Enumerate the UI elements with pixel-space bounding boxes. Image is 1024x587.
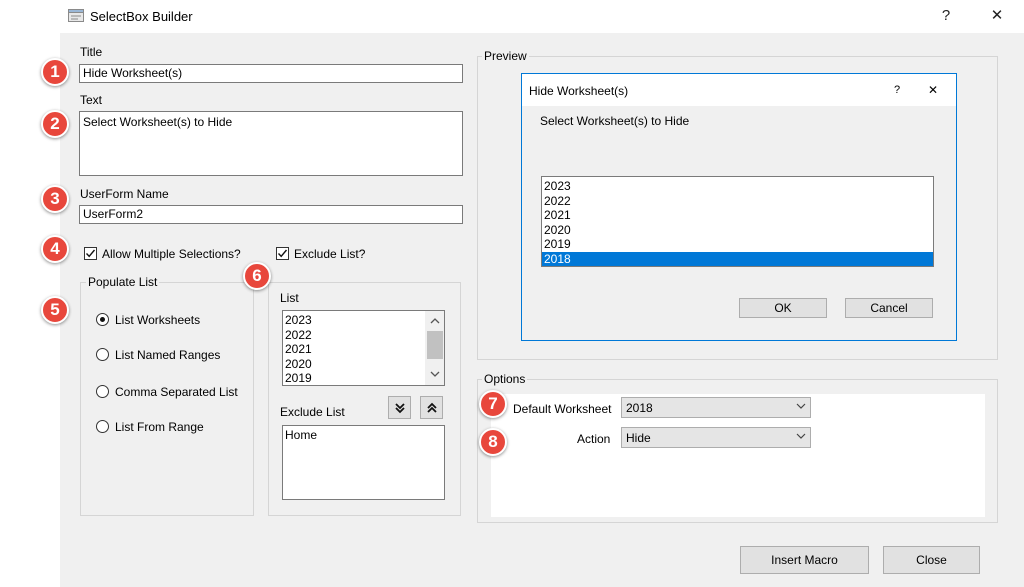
- callout-badge-2: 2: [41, 110, 69, 138]
- scrollbar-thumb[interactable]: [427, 331, 443, 359]
- insert-macro-button[interactable]: Insert Macro: [740, 546, 869, 574]
- action-label: Action: [577, 432, 611, 446]
- title-bar: [60, 0, 1024, 33]
- list-item[interactable]: 2019: [283, 371, 424, 385]
- checkmark-icon: [85, 249, 96, 258]
- preview-listbox[interactable]: 2023 2022 2021 2020 2019 2018: [541, 176, 934, 267]
- list-label: List: [280, 291, 299, 305]
- help-button[interactable]: ?: [933, 4, 959, 28]
- list-item[interactable]: 2022: [283, 328, 424, 343]
- default-worksheet-select[interactable]: 2018: [621, 397, 811, 418]
- action-value: Hide: [626, 431, 651, 445]
- close-window-button[interactable]: ✕: [984, 4, 1010, 28]
- move-up-button[interactable]: [420, 396, 443, 419]
- radio-list-worksheets[interactable]: [96, 313, 109, 326]
- preview-dialog-title: Hide Worksheet(s): [529, 84, 629, 98]
- checkmark-icon: [277, 249, 288, 258]
- list-item[interactable]: 2020: [283, 357, 424, 372]
- radio-comma-separated[interactable]: [96, 385, 109, 398]
- exclude-list-item[interactable]: Home: [283, 428, 443, 443]
- allow-multiple-label: Allow Multiple Selections?: [102, 247, 241, 261]
- preview-ok-button[interactable]: OK: [739, 298, 827, 318]
- double-chevron-up-icon: [427, 402, 437, 413]
- scroll-down-icon[interactable]: [430, 371, 440, 378]
- preview-list-item[interactable]: 2019: [542, 237, 933, 252]
- exclude-list-checkbox[interactable]: [276, 247, 289, 260]
- close-button[interactable]: Close: [883, 546, 980, 574]
- window-title: SelectBox Builder: [90, 9, 193, 24]
- app-icon: [68, 9, 84, 22]
- title-input[interactable]: Hide Worksheet(s): [79, 64, 463, 83]
- preview-close-button[interactable]: ✕: [928, 83, 938, 97]
- preview-list-item-selected[interactable]: 2018: [542, 251, 933, 266]
- callout-badge-7: 7: [479, 390, 507, 418]
- userform-name-label: UserForm Name: [80, 187, 169, 201]
- callout-badge-1: 1: [41, 58, 69, 86]
- preview-title: Preview: [482, 49, 529, 63]
- preview-help-button[interactable]: ?: [894, 84, 900, 96]
- populate-list-title: Populate List: [86, 275, 160, 289]
- text-input[interactable]: Select Worksheet(s) to Hide: [79, 111, 463, 176]
- radio-label-list-from-range: List From Range: [115, 420, 204, 434]
- callout-badge-5: 5: [41, 296, 69, 324]
- preview-prompt: Select Worksheet(s) to Hide: [540, 114, 690, 128]
- double-chevron-down-icon: [395, 403, 405, 414]
- default-worksheet-value: 2018: [626, 401, 653, 415]
- chevron-down-icon: [796, 403, 806, 409]
- radio-list-named-ranges[interactable]: [96, 348, 109, 361]
- preview-dialog: Hide Worksheet(s) ? ✕ Select Worksheet(s…: [521, 73, 957, 341]
- source-listbox[interactable]: 2023 2022 2021 2020 2019: [282, 310, 445, 386]
- exclude-list-label: Exclude List?: [294, 247, 366, 261]
- exclude-list-header: Exclude List: [280, 405, 345, 419]
- callout-badge-6: 6: [243, 262, 271, 290]
- move-down-button[interactable]: [388, 396, 411, 419]
- radio-label-named-ranges: List Named Ranges: [115, 348, 221, 362]
- list-item[interactable]: 2023: [283, 313, 424, 328]
- exclude-listbox[interactable]: Home: [282, 425, 445, 500]
- radio-label-comma-separated: Comma Separated List: [115, 385, 238, 399]
- preview-cancel-button[interactable]: Cancel: [845, 298, 933, 318]
- radio-list-from-range[interactable]: [96, 420, 109, 433]
- scroll-up-icon[interactable]: [430, 317, 440, 324]
- chevron-down-icon: [796, 433, 806, 439]
- text-label: Text: [80, 93, 103, 107]
- action-select[interactable]: Hide: [621, 427, 811, 448]
- allow-multiple-checkbox[interactable]: [84, 247, 97, 260]
- list-item[interactable]: 2021: [283, 342, 424, 357]
- callout-badge-3: 3: [41, 185, 69, 213]
- userform-name-input[interactable]: UserForm2: [79, 205, 463, 224]
- scrollbar[interactable]: [425, 311, 444, 385]
- preview-list-item[interactable]: 2020: [542, 223, 933, 238]
- preview-list-item[interactable]: 2023: [542, 179, 933, 194]
- default-worksheet-label: Default Worksheet: [513, 402, 612, 416]
- preview-list-item[interactable]: 2021: [542, 208, 933, 223]
- radio-label-list-worksheets: List Worksheets: [115, 313, 201, 327]
- options-title: Options: [482, 372, 528, 386]
- title-label: Title: [80, 45, 103, 59]
- callout-badge-4: 4: [41, 235, 69, 263]
- preview-list-item[interactable]: 2022: [542, 194, 933, 209]
- callout-badge-8: 8: [479, 428, 507, 456]
